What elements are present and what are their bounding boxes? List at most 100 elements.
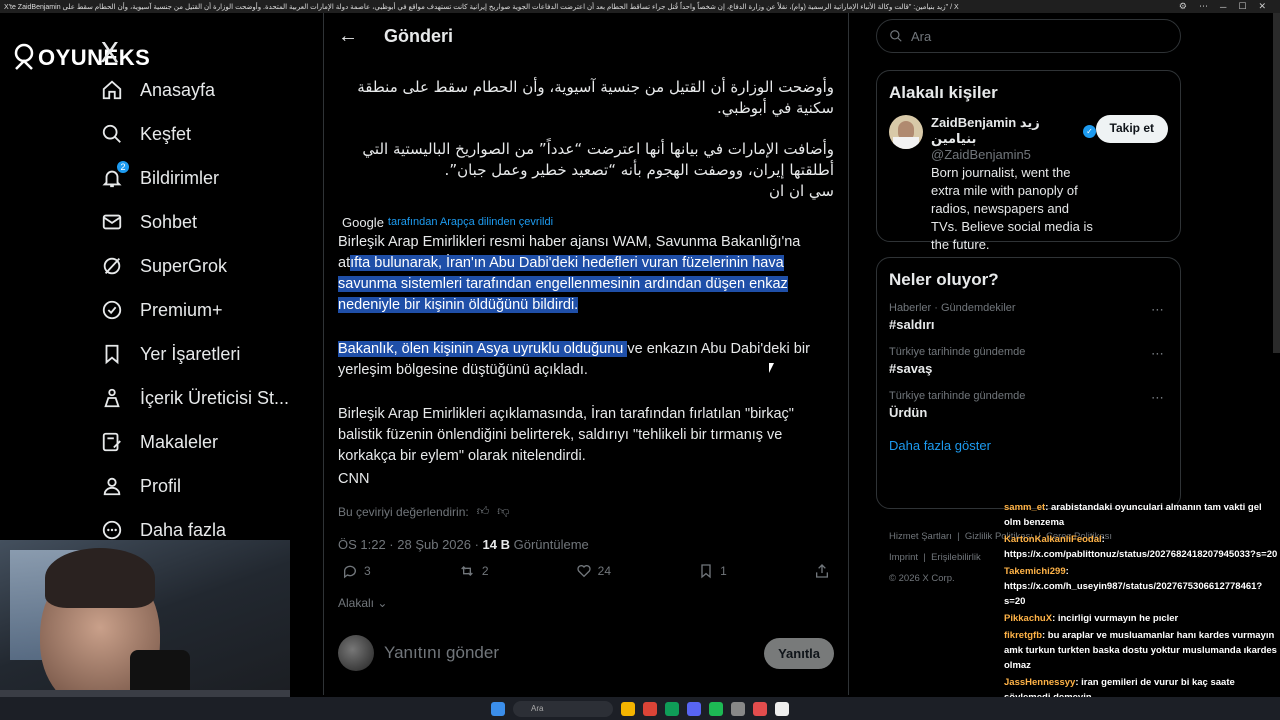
trends-card: Neler oluyor? Haberler · Gündemdekiler #…: [876, 257, 1181, 509]
grok-icon: [100, 254, 124, 278]
extensions-icon[interactable]: ⚙: [1179, 1, 1187, 12]
trend-item[interactable]: Haberler · Gündemdekiler #saldırı ⋯: [889, 302, 1168, 332]
reply-input[interactable]: Yanıtını gönder: [384, 643, 764, 663]
chat-message: KartonKalkanliFeodal: https://x.com/pabl…: [1004, 532, 1280, 562]
chat-message: Takemichi299: https://x.com/h_useyin987/…: [1004, 564, 1280, 609]
like-action[interactable]: 24: [576, 563, 611, 579]
related-label: Alakalı: [338, 596, 375, 610]
thumbs-down-icon[interactable]: 👎︎: [497, 504, 509, 519]
post-arabic-paragraph-1: وأوضحت الوزارة أن القتيل من جنسية آسيوية…: [357, 78, 834, 117]
nav-supergrok[interactable]: SuperGrok: [100, 246, 227, 286]
back-arrow-icon[interactable]: ←: [338, 25, 358, 48]
post-arabic-source: سي ان ان: [769, 182, 834, 200]
post-translated-source: CNN: [338, 471, 370, 487]
related-people-title: Alakalı kişiler: [889, 83, 998, 102]
related-dropdown[interactable]: Alakalı ⌄: [338, 596, 387, 610]
view-count: 14 B: [482, 537, 511, 552]
google-logo: Google: [342, 214, 384, 230]
chat-message: samm_et: arabistandaki oyunculari almanı…: [1004, 500, 1280, 530]
scrollbar[interactable]: [1273, 13, 1280, 353]
menu-icon[interactable]: ⋯: [1199, 1, 1208, 12]
file-explorer-icon[interactable]: [621, 701, 635, 716]
chat-username: KartonKalkanliFeodal: [1004, 534, 1102, 545]
more-options-icon[interactable]: ⋯: [1151, 346, 1164, 362]
thumbs-up-icon[interactable]: 👍︎: [477, 504, 490, 519]
related-people-card: Alakalı kişiler ZaidBenjamin زيد بنيامين…: [876, 70, 1181, 252]
chrome-icon[interactable]: [643, 701, 657, 716]
avatar[interactable]: [889, 115, 923, 149]
window-titlebar: X'te ZaidBenjamin زيد بنيامين: "قالت وكا…: [0, 0, 1280, 13]
maximize-button[interactable]: ☐: [1238, 1, 1246, 12]
follow-button[interactable]: Takip et: [1095, 115, 1168, 143]
minimize-button[interactable]: ─: [1220, 2, 1226, 12]
trend-item[interactable]: Türkiye tarihinde gündemde Ürdün ⋯: [889, 390, 1168, 420]
reply-icon: [343, 565, 356, 579]
windows-start-icon[interactable]: [491, 701, 505, 716]
search-icon: [890, 30, 902, 42]
footer-link[interactable]: Imprint: [889, 552, 918, 563]
nav-bookmarks[interactable]: Yer İşaretleri: [100, 334, 240, 374]
show-more-link[interactable]: Daha fazla göster: [889, 438, 1168, 453]
post-timestamp[interactable]: ÖS 1:22 · 28 Şub 2026 ·: [338, 537, 483, 552]
webcam-overlay: [0, 540, 290, 720]
app-icon[interactable]: [753, 701, 767, 716]
chat-message: fikretgfb: bu araplar ve musluamanlar ha…: [1004, 628, 1280, 673]
person-name-row[interactable]: ZaidBenjamin زيد بنيامين ✓: [931, 115, 1096, 147]
chat-username: fikretgfb: [1004, 630, 1042, 641]
x-app-icon[interactable]: [775, 701, 789, 716]
nav-more-label: Daha fazla: [140, 519, 227, 540]
taskbar-search[interactable]: Ara: [513, 700, 613, 717]
chat-username: Takemichi299: [1004, 566, 1066, 577]
search-input[interactable]: Ara: [876, 19, 1181, 53]
bookmark-icon: [701, 564, 711, 579]
creator-studio-icon: [100, 386, 124, 410]
close-button[interactable]: ✕: [1258, 1, 1266, 12]
trend-item[interactable]: Türkiye tarihinde gündemde #savaş ⋯: [889, 346, 1168, 376]
nav-articles[interactable]: Makaleler: [100, 422, 218, 462]
nav-creator-studio[interactable]: İçerik Üreticisi St...: [100, 378, 289, 418]
avatar[interactable]: [338, 635, 374, 671]
heart-icon: [577, 565, 591, 578]
post-actions: 3 2 24 1: [342, 563, 830, 579]
post-header: ← Gönderi: [324, 13, 848, 59]
trend-context: Haberler · Gündemdekiler: [889, 302, 1016, 314]
reply-button[interactable]: Yanıtla: [764, 637, 834, 669]
trend-name: #saldırı: [889, 317, 935, 332]
more-options-icon[interactable]: ⋯: [1151, 302, 1164, 318]
chat-text: : bu araplar ve musluamanlar hanı kardes…: [1004, 630, 1277, 671]
related-person[interactable]: ZaidBenjamin زيد بنيامين ✓ @ZaidBenjamin5…: [889, 115, 1168, 254]
bookmark-count: 1: [720, 564, 727, 578]
nav-explore[interactable]: Keşfet: [100, 114, 191, 154]
nav-bookmarks-label: Yer İşaretleri: [140, 343, 241, 364]
nav-notifications[interactable]: 2 Bildirimler: [100, 158, 219, 198]
views-label: Görüntüleme: [510, 537, 589, 552]
footer-link[interactable]: Erişilebilirlik: [931, 552, 981, 563]
more-icon: [100, 518, 124, 542]
app-icon[interactable]: [665, 701, 679, 716]
bookmark-action[interactable]: 1: [698, 563, 727, 579]
streamer-logo-text: OYUNEKS: [38, 45, 151, 70]
reply-action[interactable]: 3: [342, 563, 371, 579]
discord-icon[interactable]: [687, 701, 701, 716]
chat-username: PikkachuX: [1004, 613, 1053, 624]
x-logo[interactable]: X: [100, 36, 119, 69]
repost-action[interactable]: 2: [458, 563, 489, 579]
selected-text: ıfta bulunarak, İran'ın Abu Dabi'deki he…: [338, 255, 788, 313]
share-action[interactable]: [814, 563, 830, 579]
streamer-logo: OYUNEKS: [12, 43, 150, 73]
footer-link[interactable]: Hizmet Şartları: [889, 531, 952, 542]
translated-by-link[interactable]: tarafından Arapça dilinden çevrildi: [388, 216, 553, 228]
nav-home[interactable]: Anasayfa: [100, 70, 215, 110]
spotify-icon[interactable]: [709, 701, 723, 716]
nav-premium-label: Premium+: [140, 299, 223, 320]
nav-messages[interactable]: Sohbet: [100, 202, 197, 242]
obs-icon[interactable]: [731, 701, 745, 716]
nav-profile[interactable]: Profil: [100, 466, 181, 506]
post-column: ← Gönderi وأوضحت الوزارة أن القتيل من جن…: [323, 13, 849, 695]
trends-title: Neler oluyor?: [889, 270, 999, 289]
post-translated-paragraph-1: Birleşik Arap Emirlikleri resmi haber aj…: [324, 230, 848, 316]
more-options-icon[interactable]: ⋯: [1151, 390, 1164, 406]
nav-premium[interactable]: Premium+: [100, 290, 223, 330]
search-icon: [100, 122, 124, 146]
translation-attribution: Google tarafından Arapça dilinden çevril…: [324, 214, 848, 230]
